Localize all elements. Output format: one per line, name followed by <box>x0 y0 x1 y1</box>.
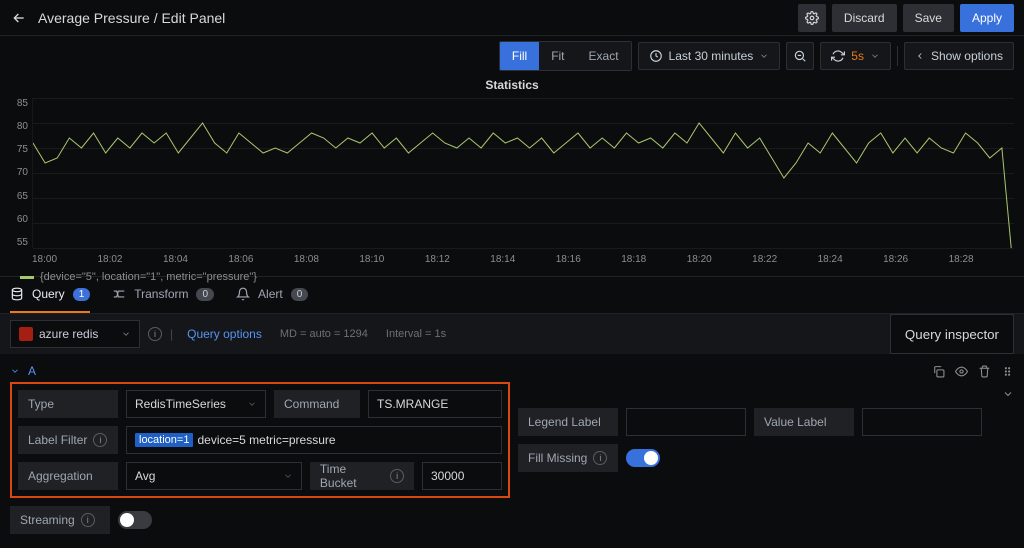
chevron-down-icon[interactable] <box>10 366 20 376</box>
divider <box>897 46 898 66</box>
command-label: Command <box>274 390 360 418</box>
datasource-name: azure redis <box>39 327 98 341</box>
fit-button[interactable]: Fit <box>539 42 576 70</box>
toggle-query-icon[interactable] <box>955 365 968 378</box>
type-label: Type <box>18 390 118 418</box>
query-options-toggle[interactable]: Query options <box>187 327 262 341</box>
info-icon[interactable]: i <box>148 327 162 341</box>
chart-x-axis: 18:0018:0218:0418:0618:0818:1018:1218:14… <box>32 248 1014 265</box>
datasource-select[interactable]: azure redis <box>10 320 140 348</box>
delete-query-icon[interactable] <box>978 365 991 378</box>
fillmissing-toggle[interactable] <box>626 449 660 467</box>
refresh-picker[interactable]: 5s <box>820 42 891 70</box>
timerange-picker[interactable]: Last 30 minutes <box>638 42 781 70</box>
save-button[interactable]: Save <box>903 4 954 32</box>
show-options-button[interactable]: Show options <box>904 42 1014 70</box>
legend-chip <box>20 276 34 279</box>
chevron-down-icon <box>283 471 293 481</box>
command-select[interactable]: TS.MRANGE <box>368 390 502 418</box>
settings-button[interactable] <box>798 4 826 32</box>
chevron-down-icon <box>759 51 769 61</box>
legendlabel-label: Legend Label <box>518 408 618 436</box>
zoom-out-icon <box>793 49 807 63</box>
query-md-meta: MD = auto = 1294 <box>280 328 368 340</box>
chart-plot[interactable] <box>32 98 1014 248</box>
timebucket-input[interactable] <box>422 462 502 490</box>
info-icon[interactable]: i <box>93 433 107 447</box>
legendlabel-input[interactable] <box>626 408 746 436</box>
show-options-label: Show options <box>931 49 1003 63</box>
chart-panel: Statistics 85807570656055 18:0018:0218:0… <box>0 76 1024 276</box>
zoom-out-button[interactable] <box>786 42 814 70</box>
refresh-icon <box>831 49 845 63</box>
chevron-down-icon <box>870 51 880 61</box>
labelfilter-input[interactable]: location=1 device=5 metric=pressure <box>126 426 502 454</box>
drag-query-icon[interactable] <box>1001 365 1014 378</box>
chart-title: Statistics <box>10 76 1014 98</box>
query-inspector-button[interactable]: Query inspector <box>890 314 1014 354</box>
streaming-toggle[interactable] <box>118 511 152 529</box>
timerange-label: Last 30 minutes <box>669 49 754 63</box>
chevron-left-icon <box>915 51 925 61</box>
type-select[interactable]: RedisTimeSeries <box>126 390 266 418</box>
aggregation-label: Aggregation <box>18 462 118 490</box>
info-icon[interactable]: i <box>593 451 607 465</box>
query-interval-meta: Interval = 1s <box>386 328 446 340</box>
chevron-down-icon[interactable] <box>1002 388 1014 400</box>
exact-button[interactable]: Exact <box>577 42 631 70</box>
highlighted-form-region: Type RedisTimeSeries Command TS.MRANGE L… <box>10 382 510 498</box>
valuelabel-label: Value Label <box>754 408 854 436</box>
duplicate-query-icon[interactable] <box>932 365 945 378</box>
aggregation-select[interactable]: Avg <box>126 462 302 490</box>
clock-icon <box>649 49 663 63</box>
labelfilter-token: location=1 <box>135 433 193 447</box>
legend-label: {device="5", location="1", metric="press… <box>40 271 257 283</box>
labelfilter-label: Label Filter i <box>18 426 118 454</box>
page-title: Average Pressure / Edit Panel <box>38 10 792 26</box>
back-icon[interactable] <box>10 9 28 27</box>
streaming-label: Streaming i <box>10 506 110 534</box>
display-mode-segment: Fill Fit Exact <box>499 41 632 71</box>
refresh-interval-label: 5s <box>851 49 864 63</box>
redis-icon <box>19 327 33 341</box>
info-icon[interactable]: i <box>390 469 404 483</box>
info-icon[interactable]: i <box>81 513 95 527</box>
chevron-down-icon <box>121 329 131 339</box>
chart-y-axis: 85807570656055 <box>10 98 32 248</box>
chevron-down-icon <box>247 399 257 409</box>
apply-button[interactable]: Apply <box>960 4 1014 32</box>
timebucket-label: Time Bucket i <box>310 462 414 490</box>
fillmissing-label: Fill Missing i <box>518 444 618 472</box>
discard-button[interactable]: Discard <box>832 4 897 32</box>
valuelabel-input[interactable] <box>862 408 982 436</box>
chart-legend: {device="5", location="1", metric="press… <box>20 265 1014 291</box>
fill-button[interactable]: Fill <box>500 42 539 70</box>
query-ref-id[interactable]: A <box>28 364 36 378</box>
